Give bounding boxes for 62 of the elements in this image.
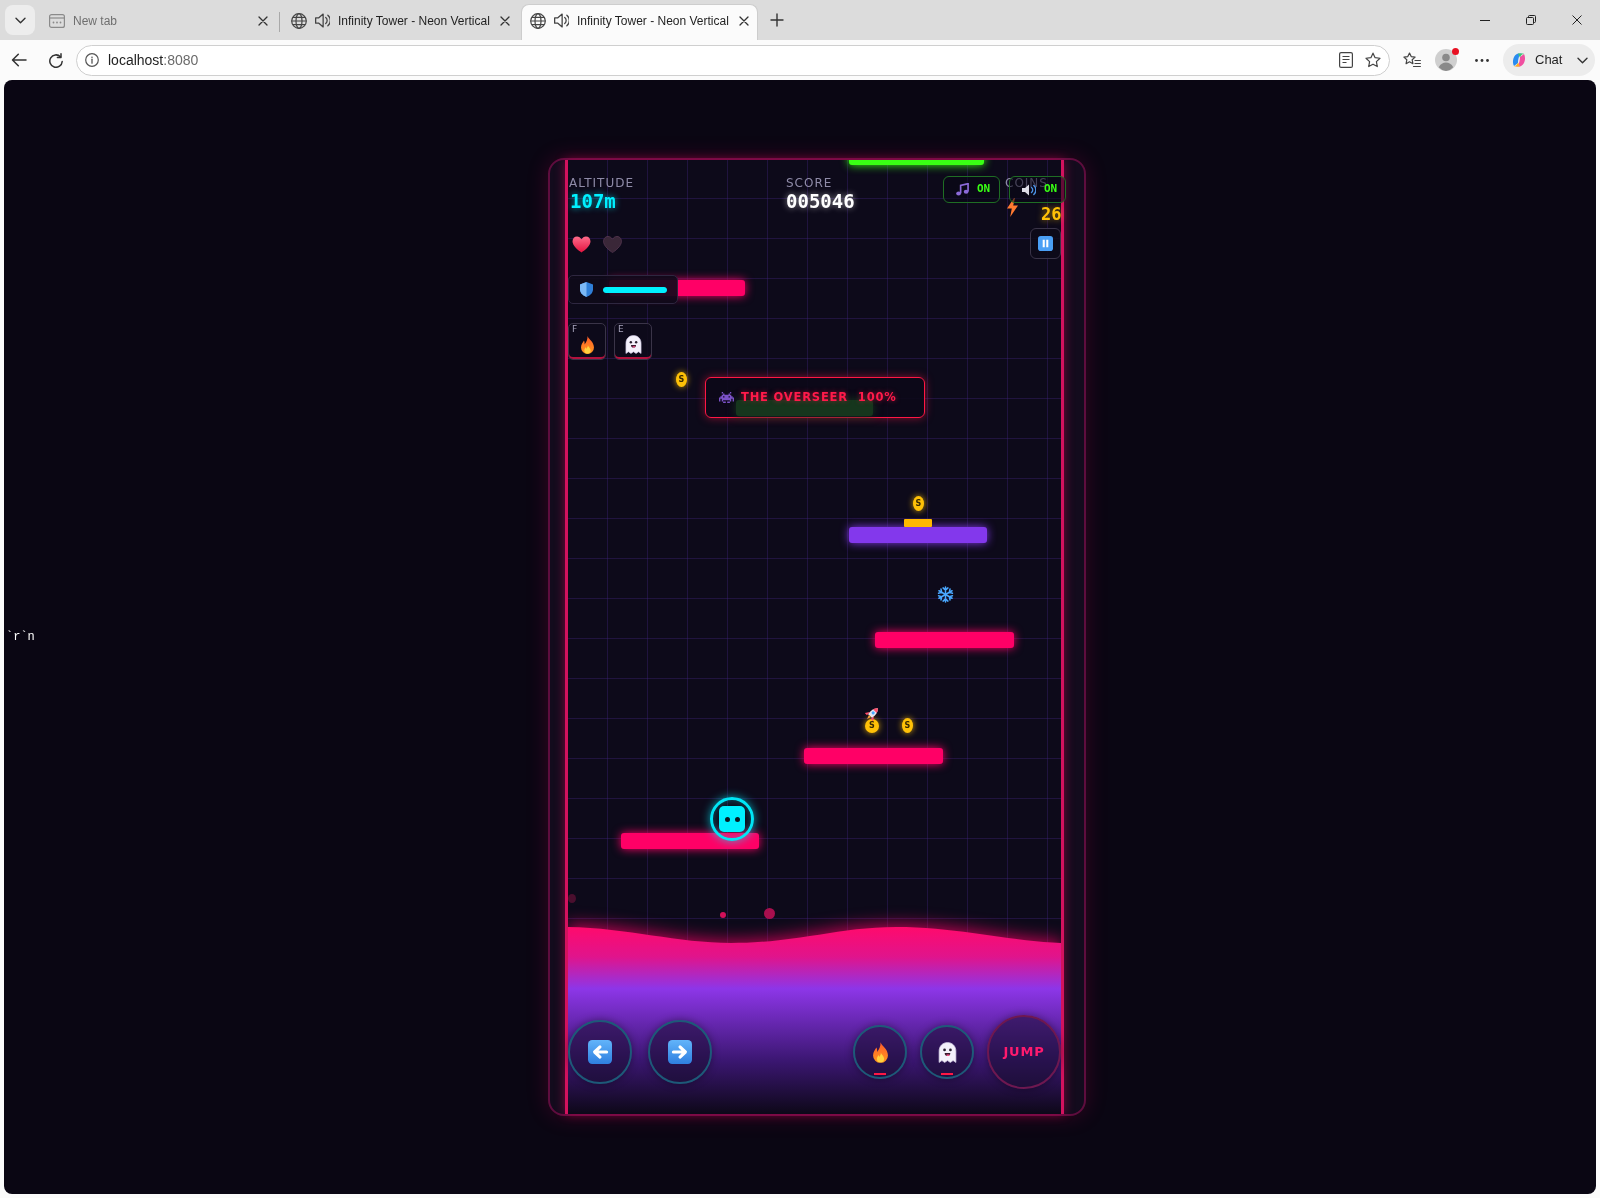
close-icon[interactable]: [500, 15, 510, 26]
minimize-icon[interactable]: [1480, 19, 1490, 21]
coin: S: [676, 372, 687, 387]
altitude-value: 107m: [570, 192, 616, 211]
altitude-label: ALTITUDE: [569, 177, 635, 189]
swirl-logo-icon: [1511, 52, 1527, 68]
fire-button[interactable]: [853, 1025, 907, 1079]
score-value: 005046: [786, 192, 855, 211]
boss-health: 100%: [857, 391, 897, 404]
shield-icon: [580, 282, 593, 297]
music-toggle[interactable]: ON: [943, 176, 1000, 203]
chevron-down-icon: [1577, 56, 1588, 64]
score-label: SCORE: [786, 177, 833, 189]
ghost-button[interactable]: [920, 1025, 974, 1079]
browser-tab[interactable]: New tab: [40, 4, 277, 40]
ember-particle: [568, 894, 576, 903]
tab-list-button[interactable]: [5, 5, 35, 35]
info-icon[interactable]: [85, 53, 99, 67]
avatar-icon[interactable]: [1435, 49, 1457, 71]
alien-icon: [719, 392, 734, 403]
close-icon[interactable]: [258, 15, 268, 26]
browser-window-icon: [49, 13, 65, 28]
browser-tab[interactable]: Infinity Tower - Neon Vertical: [521, 4, 758, 40]
star-list-icon[interactable]: [1403, 52, 1421, 68]
star-icon[interactable]: [1365, 52, 1381, 68]
lightning-icon: [1007, 198, 1018, 217]
chat-button[interactable]: Chat: [1503, 44, 1595, 76]
coins-value: 26: [1041, 206, 1062, 223]
pause-icon: [1038, 236, 1053, 251]
globe-icon: [530, 12, 546, 29]
coin: S: [865, 719, 879, 733]
ember-particle: [720, 912, 726, 918]
jump-button[interactable]: JUMP: [987, 1015, 1061, 1089]
plus-icon[interactable]: [770, 13, 784, 27]
close-icon[interactable]: [1572, 15, 1582, 25]
address-field[interactable]: localhost:8080: [76, 44, 1390, 76]
ghost-icon: [624, 335, 642, 354]
flame-icon: [871, 1041, 889, 1063]
document-icon[interactable]: [1339, 52, 1353, 68]
coin: S: [902, 718, 913, 733]
ellipsis-icon[interactable]: [1475, 58, 1489, 62]
stray-text: `r`n: [6, 629, 36, 646]
music-note-icon: [956, 183, 969, 196]
circular-arrow-icon[interactable]: [48, 52, 63, 68]
pause-button[interactable]: [1030, 228, 1061, 259]
close-icon[interactable]: [739, 15, 749, 26]
ember-particle: [764, 908, 775, 919]
coin: S: [913, 496, 924, 511]
key-hint: F: [572, 325, 578, 335]
move-left-button[interactable]: [568, 1020, 632, 1084]
move-right-button[interactable]: [648, 1020, 712, 1084]
boss-name: THE OVERSEER: [741, 391, 848, 404]
key-hint: E: [618, 325, 624, 335]
snowflake-icon: [937, 586, 954, 603]
player-character: [710, 797, 754, 841]
shield-bar: [603, 286, 667, 293]
chevron-down-icon: [14, 16, 26, 24]
flame-icon: [579, 335, 595, 354]
left-arrow-icon[interactable]: [11, 53, 27, 67]
globe-icon: [291, 12, 307, 29]
restore-icon[interactable]: [1526, 15, 1536, 25]
browser-tab[interactable]: Infinity Tower - Neon Vertical: [282, 4, 519, 40]
